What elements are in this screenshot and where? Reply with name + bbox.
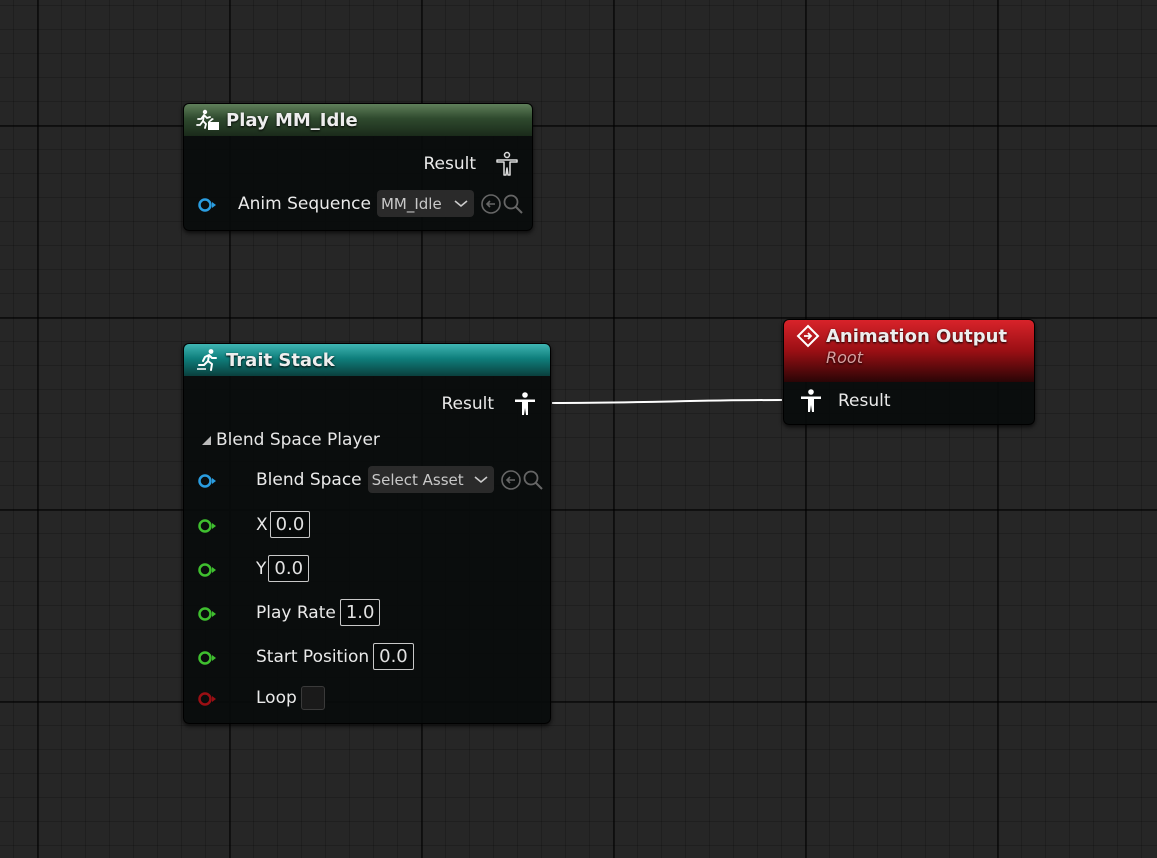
- wire-layer: [551, 399, 783, 404]
- trait-stack-node[interactable]: Trait Stack Result Blend Space Player Bl…: [183, 343, 551, 724]
- y-input[interactable]: 0.0: [268, 555, 310, 582]
- float-pin-icon[interactable]: [198, 518, 216, 533]
- result-label: Result: [838, 391, 891, 411]
- anim-sequence-label: Anim Sequence: [238, 193, 371, 214]
- loop-row: Loop: [198, 686, 325, 710]
- pose-icon[interactable]: [512, 391, 538, 417]
- start-position-label: Start Position: [256, 646, 370, 667]
- blend-space-player-section[interactable]: Blend Space Player: [202, 430, 380, 450]
- use-selected-asset-icon[interactable]: [500, 469, 522, 491]
- node-subtitle: Root: [826, 348, 863, 367]
- bool-pin-icon[interactable]: [198, 691, 216, 706]
- float-pin-icon[interactable]: [198, 562, 216, 577]
- float-pin-icon[interactable]: [198, 650, 216, 665]
- anim-sequence-dropdown[interactable]: MM_Idle: [376, 190, 474, 217]
- play-mm-idle-node[interactable]: Play MM_Idle Result Anim Sequence MM_Idl…: [183, 103, 533, 231]
- x-input[interactable]: 0.0: [269, 511, 311, 538]
- node-title: Play MM_Idle: [226, 109, 358, 131]
- section-label: Blend Space Player: [216, 430, 380, 450]
- blend-space-label: Blend Space: [256, 469, 362, 490]
- y-label: Y: [256, 558, 267, 579]
- anim-sequence-row: Anim Sequence MM_Idle: [198, 190, 524, 217]
- start-position-row: Start Position 0.0: [198, 643, 414, 670]
- node-header[interactable]: Animation Output Root: [784, 320, 1034, 382]
- node-header[interactable]: Play MM_Idle: [184, 104, 532, 136]
- float-pin-icon[interactable]: [198, 606, 216, 621]
- node-title: Trait Stack: [226, 349, 335, 371]
- y-row: Y 0.0: [198, 555, 310, 582]
- result-label: Result: [441, 394, 494, 414]
- x-row: X 0.0: [198, 511, 311, 538]
- play-rate-input[interactable]: 1.0: [339, 599, 381, 626]
- object-pin-icon[interactable]: [198, 197, 216, 212]
- object-pin-icon[interactable]: [198, 473, 216, 488]
- browse-asset-icon[interactable]: [502, 193, 524, 215]
- collapse-triangle-icon[interactable]: [202, 435, 211, 445]
- node-header[interactable]: Trait Stack: [184, 344, 550, 376]
- play-rate-row: Play Rate 1.0: [198, 599, 381, 626]
- result-label: Result: [423, 154, 476, 174]
- anim-sequence-value: MM_Idle: [380, 194, 442, 213]
- result-output-row[interactable]: Result: [423, 151, 520, 177]
- blend-space-row: Blend Space Select Asset: [198, 466, 544, 493]
- start-position-input[interactable]: 0.0: [373, 643, 414, 670]
- play-sequence-icon: [196, 108, 220, 132]
- blend-space-dropdown[interactable]: Select Asset: [367, 466, 494, 493]
- running-person-icon: [196, 348, 220, 372]
- animation-output-node[interactable]: Animation Output Root Result: [783, 319, 1035, 425]
- result-input-row[interactable]: Result: [798, 388, 891, 414]
- result-output-row[interactable]: Result: [441, 391, 538, 417]
- result-wire[interactable]: [551, 399, 783, 404]
- play-rate-label: Play Rate: [256, 602, 336, 623]
- diamond-entry-icon: [796, 324, 820, 348]
- browse-asset-icon[interactable]: [522, 469, 544, 491]
- chevron-down-icon: [454, 199, 468, 207]
- pose-icon[interactable]: [798, 388, 824, 414]
- node-title: Animation Output: [826, 325, 1008, 347]
- x-label: X: [256, 514, 268, 535]
- chevron-down-icon: [474, 475, 488, 483]
- loop-label: Loop: [256, 688, 297, 708]
- blend-space-value: Select Asset: [371, 470, 464, 489]
- use-selected-asset-icon[interactable]: [480, 193, 502, 215]
- loop-checkbox[interactable]: [300, 686, 325, 710]
- pose-outline-icon[interactable]: [494, 151, 520, 177]
